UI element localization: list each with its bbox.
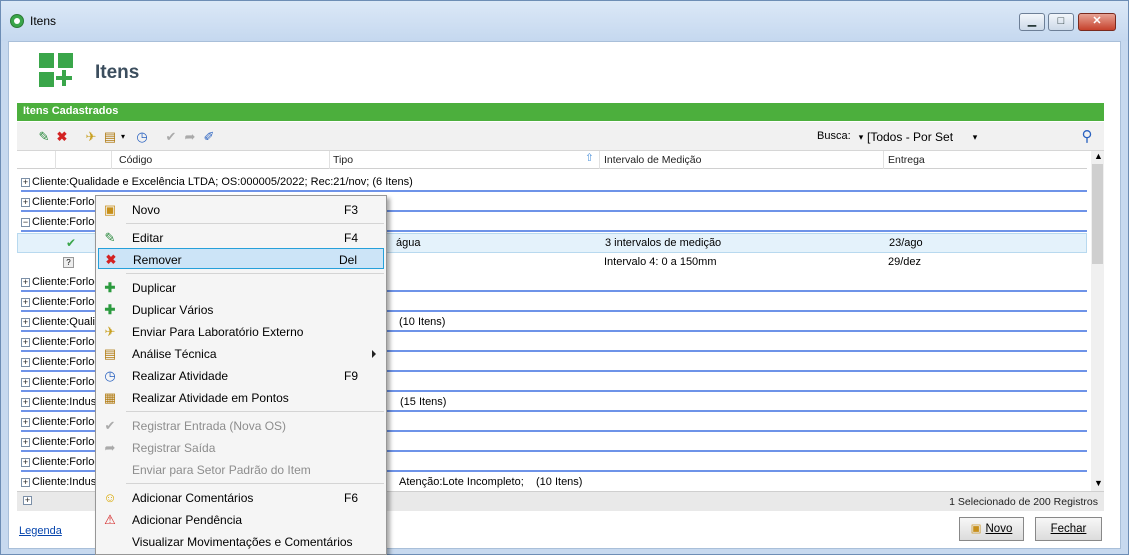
maximize-button[interactable]: □: [1048, 13, 1074, 31]
unknown-status-icon: ?: [63, 257, 74, 268]
menu-item-registrar-entrada: ✔ Registrar Entrada (Nova OS): [98, 415, 384, 436]
delete-icon[interactable]: ✖: [54, 129, 70, 145]
sort-icon: ⇧: [585, 152, 594, 164]
vertical-scrollbar[interactable]: ▲ ▼: [1091, 151, 1104, 491]
dropdown-arrow-icon[interactable]: ▾: [115, 129, 131, 145]
cell-intervalo: 3 intervalos de medição: [605, 237, 722, 249]
search-icon[interactable]: ⚲: [1079, 129, 1095, 145]
edit-icon[interactable]: ✎: [36, 129, 52, 145]
busca-select-arrow-icon[interactable]: ▾: [967, 129, 983, 145]
cell-entrega: 29/dez: [888, 256, 922, 268]
menu-item-visualizar-movimentacoes[interactable]: Visualizar Movimentações e Comentários: [98, 531, 384, 552]
minimize-button[interactable]: ▁: [1019, 13, 1045, 31]
menu-item-enviar-laboratorio[interactable]: ✈ Enviar Para Laboratório Externo: [98, 321, 384, 342]
column-codigo[interactable]: Código: [119, 154, 152, 166]
expand-icon[interactable]: +: [21, 298, 30, 307]
pen-icon[interactable]: ✐: [201, 129, 217, 145]
expand-icon[interactable]: +: [21, 438, 30, 447]
menu-item-duplicar[interactable]: ✚ Duplicar: [98, 277, 384, 298]
scroll-up-icon[interactable]: ▲: [1094, 151, 1103, 161]
expand-icon[interactable]: +: [21, 398, 30, 407]
status-text: 1 Selecionado de 200 Registros: [949, 496, 1098, 508]
register-entry-icon: ✔: [104, 418, 116, 433]
new-doc-icon: ▣: [970, 523, 982, 535]
expand-icon[interactable]: +: [21, 478, 30, 487]
plus-icon: ✚: [104, 302, 116, 317]
cell-intervalo: Intervalo 4: 0 a 150mm: [604, 256, 717, 268]
novo-button[interactable]: ▣ Novo: [959, 517, 1024, 541]
title-bar[interactable]: Itens ▁ □ ✕: [1, 1, 1128, 41]
expand-icon[interactable]: +: [21, 458, 30, 467]
busca-label: Busca:: [817, 130, 851, 142]
expand-icon[interactable]: +: [21, 378, 30, 387]
toolbar: ✎ ✖ ✈ ▤ ▾ ◷ ✔ ➦ ✐ Busca: ▾ [Todos - Por …: [17, 122, 1104, 151]
check-icon: ✔: [66, 236, 77, 250]
collapse-icon[interactable]: −: [21, 218, 30, 227]
warning-icon: ⚠: [104, 512, 116, 527]
cell-entrega: 23/ago: [889, 237, 923, 249]
send-lab-icon: ✈: [104, 324, 116, 339]
new-doc-icon: ▣: [103, 202, 117, 217]
context-menu: ▣ Novo F3 ✎ Editar F4 ✖ Remover Del ✚ Duplicar …: [95, 195, 387, 555]
column-tipo[interactable]: Tipo: [333, 154, 353, 166]
table-row[interactable]: + Cliente:Qualidade e Excelência LTDA; O…: [17, 173, 1087, 193]
menu-item-adicionar-comentarios[interactable]: ☺ Adicionar Comentários F6: [98, 487, 384, 508]
panel-title: Itens Cadastrados: [17, 103, 1104, 121]
expand-icon[interactable]: +: [21, 418, 30, 427]
app-icon: [10, 14, 24, 28]
register-exit-icon: ➦: [104, 440, 116, 455]
edit-icon: ✎: [104, 230, 116, 245]
register-entry-icon: ✔: [165, 129, 177, 144]
plus-icon: ✚: [104, 280, 116, 295]
page-header: Itens: [17, 44, 1104, 98]
submenu-arrow-icon: [372, 350, 376, 358]
expand-icon[interactable]: +: [21, 358, 30, 367]
menu-item-adicionar-pendencia[interactable]: ⚠ Adicionar Pendência: [98, 509, 384, 530]
send-lab-icon[interactable]: ✈: [83, 129, 99, 145]
cell-tipo: água: [396, 237, 421, 249]
page-title: Itens: [95, 62, 140, 83]
expand-icon[interactable]: +: [21, 278, 30, 287]
clipboard-icon: ▤: [103, 346, 117, 361]
expand-icon[interactable]: +: [21, 178, 30, 187]
delete-icon: ✖: [105, 252, 117, 267]
menu-item-realizar-atividade[interactable]: ◷ Realizar Atividade F9: [98, 365, 384, 386]
grid-header: Código Tipo ⇧ Intervalo de Medição Entre…: [17, 151, 1087, 169]
points-icon: ▦: [103, 390, 117, 405]
expand-icon[interactable]: +: [21, 338, 30, 347]
menu-item-editar[interactable]: ✎ Editar F4: [98, 227, 384, 248]
menu-item-remover[interactable]: ✖ Remover Del: [98, 248, 384, 269]
column-intervalo[interactable]: Intervalo de Medição: [604, 154, 701, 166]
menu-item-analise-tecnica[interactable]: ▤ Análise Técnica: [98, 343, 384, 364]
column-entrega[interactable]: Entrega: [888, 154, 925, 166]
clock-icon[interactable]: ◷: [134, 129, 150, 145]
comment-icon: ☺: [103, 490, 117, 505]
fechar-button[interactable]: Fechar: [1035, 517, 1102, 541]
expand-icon[interactable]: +: [21, 318, 30, 327]
clock-icon: ◷: [104, 368, 116, 383]
busca-select[interactable]: [Todos - Por Set: [865, 127, 973, 146]
legenda-link[interactable]: Legenda: [19, 525, 62, 537]
expand-all-icon[interactable]: +: [23, 496, 32, 505]
scroll-down-icon[interactable]: ▼: [1094, 478, 1103, 488]
scroll-thumb[interactable]: [1092, 164, 1103, 264]
register-exit-icon: ➦: [184, 129, 196, 144]
items-logo-icon: [39, 53, 75, 89]
menu-item-enviar-setor: Enviar para Setor Padrão do Item: [132, 463, 311, 477]
close-button[interactable]: ✕: [1078, 13, 1116, 31]
menu-item-novo[interactable]: ▣ Novo F3: [98, 199, 384, 220]
menu-item-realizar-atividade-pontos[interactable]: ▦ Realizar Atividade em Pontos: [98, 387, 384, 408]
expand-icon[interactable]: +: [21, 198, 30, 207]
menu-item-registrar-saida: ➦ Registrar Saída: [98, 437, 384, 458]
menu-item-duplicar-varios[interactable]: ✚ Duplicar Vários: [98, 299, 384, 320]
window-title: Itens: [30, 14, 57, 28]
